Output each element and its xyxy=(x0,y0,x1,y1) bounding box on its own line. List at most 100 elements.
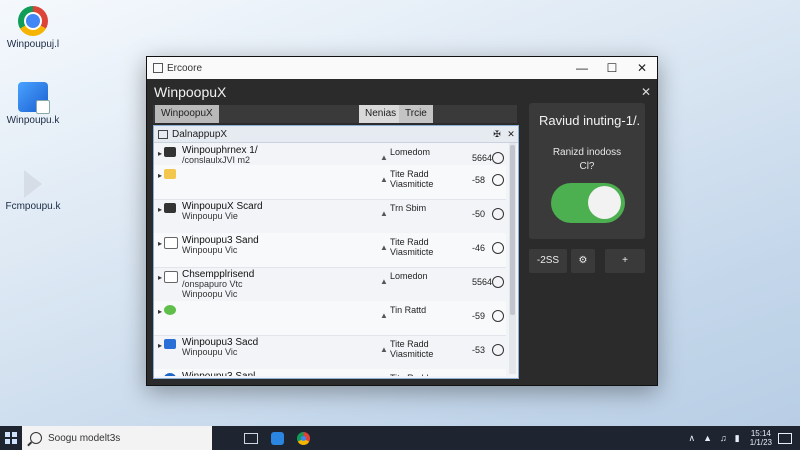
row-bullet: ▸ xyxy=(158,171,163,180)
row-status: Lomedon xyxy=(390,271,428,281)
taskbar-app-3[interactable] xyxy=(290,426,316,450)
taskbar-app-2[interactable] xyxy=(264,426,290,450)
row-status: Tite Radd Viasmiticte xyxy=(390,373,433,376)
settings-subtitle-2: Cl? xyxy=(579,161,595,172)
clock-date: 1/1/23 xyxy=(749,438,772,447)
toggle-switch[interactable] xyxy=(551,183,625,223)
status-icon: ▲ xyxy=(380,345,388,354)
row-value: 5664 xyxy=(472,153,493,163)
table-row[interactable]: ▸ ▲ Tite Radd Viasmiticte -58 xyxy=(154,165,506,200)
value-button[interactable]: -2SS xyxy=(529,249,567,273)
status-icon: ▲ xyxy=(380,153,388,162)
volume-icon[interactable]: ♫ xyxy=(720,433,727,443)
status-icon: ▲ xyxy=(380,209,388,218)
app-header: WinpoopuX ✕ xyxy=(147,79,657,105)
desktop-icon-3[interactable]: Fcmpoupu.k xyxy=(4,168,62,212)
row-status: Trn Sbim xyxy=(390,203,427,213)
edge-icon xyxy=(270,431,284,445)
row-bullet: ▸ xyxy=(158,205,163,214)
taskbar-app-1[interactable] xyxy=(238,426,264,450)
row-status: Tite Radd Viasmiticte xyxy=(390,237,434,257)
clock-time: 15:14 xyxy=(750,429,771,438)
desktop-icon-2[interactable]: Winpoupu.k xyxy=(4,82,62,126)
add-button[interactable]: + xyxy=(605,249,645,273)
status-icon: ▲ xyxy=(380,277,388,286)
pin-icon[interactable]: ✠ xyxy=(490,129,504,140)
table-row[interactable]: ▸Winpoupu3 SanlWinpoupu Vic▲Tite Radd Vi… xyxy=(154,369,506,376)
notification-icon[interactable] xyxy=(778,432,792,444)
row-bullet: ▸ xyxy=(158,273,163,282)
desktop-icon-1[interactable]: Winpoupuj.l xyxy=(4,6,62,50)
system-tray: ∧ ▲ ♫ ▮ 15:14 1/1/23 xyxy=(685,429,800,447)
row-value: -59 xyxy=(472,311,486,321)
table-row[interactable]: ▸ WinpoupuX Scard Winpoupu Vie ▲ Trn Sbim -50 xyxy=(154,199,506,234)
settings-subtitle: Ranizd inodoss xyxy=(552,147,622,158)
row-app-icon xyxy=(164,305,176,315)
tab-nenias[interactable]: Nenias xyxy=(359,105,403,123)
toggle-knob xyxy=(588,186,621,219)
row-subtitle: Winpoupu Vic xyxy=(182,347,238,357)
table-row[interactable]: ▸ Winpoupu3 Sacd Winpoupu Vic ▲ Tite Radd Vi… xyxy=(154,335,506,370)
panel-header: DalnappupX ✠ ✕ xyxy=(154,126,518,143)
row-subtitle: Winpoupu Vic xyxy=(182,245,238,255)
row-app-icon xyxy=(164,373,176,376)
status-icon: ▲ xyxy=(380,311,388,320)
window-title: Ercoore xyxy=(167,62,203,74)
search-text: Soogu modelt3s xyxy=(48,432,121,444)
close-icon[interactable]: ✕ xyxy=(504,129,518,140)
list-panel: DalnappupX ✠ ✕ ▸ Winpouphrnex 1//conslaul… xyxy=(153,125,519,379)
window-icon xyxy=(244,432,258,444)
close-icon[interactable]: ✕ xyxy=(635,85,657,99)
gear-icon[interactable]: ⚙ xyxy=(571,249,595,273)
comment-icon[interactable] xyxy=(492,276,504,288)
comment-icon[interactable] xyxy=(492,174,504,186)
scrollbar[interactable] xyxy=(509,143,516,374)
comment-icon[interactable] xyxy=(492,152,504,164)
scrollbar-thumb[interactable] xyxy=(510,145,515,315)
comment-icon[interactable] xyxy=(492,208,504,220)
tab-trcie[interactable]: Trcie xyxy=(399,105,433,123)
row-app-icon xyxy=(164,203,176,213)
close-button[interactable]: ✕ xyxy=(627,61,657,75)
app-window: Ercoore — ☐ ✕ WinpoopuX ✕ WinpoopuX Neni… xyxy=(146,56,658,386)
row-subtitle: /conslaulxJVI m2 xyxy=(182,155,251,165)
status-icon: ▲ xyxy=(380,175,388,184)
minimize-button[interactable]: — xyxy=(567,61,597,75)
row-bullet: ▸ xyxy=(158,307,163,316)
settings-title: Raviud inuting-1/. xyxy=(539,113,641,128)
row-subtitle: /onspapuro Vtc xyxy=(182,279,243,289)
comment-icon[interactable] xyxy=(492,242,504,254)
row-bullet: ▸ xyxy=(158,375,162,376)
chrome-icon xyxy=(296,431,310,445)
table-row[interactable]: ▸ ▲ Tin Rattd -59 xyxy=(154,301,506,336)
row-bullet: ▸ xyxy=(158,149,163,158)
network-icon[interactable]: ∧ xyxy=(689,433,696,444)
tab-main[interactable]: WinpoopuX xyxy=(155,105,219,123)
row-app-icon xyxy=(164,169,176,179)
panel-icon xyxy=(158,129,168,139)
app-icon xyxy=(153,63,163,73)
chrome-icon xyxy=(18,6,48,36)
search-icon xyxy=(30,432,42,444)
clock[interactable]: 15:14 1/1/23 xyxy=(750,429,772,447)
desktop-icon-label: Winpoupuj.l xyxy=(6,39,60,50)
comment-icon[interactable] xyxy=(492,344,504,356)
maximize-button[interactable]: ☐ xyxy=(597,61,627,75)
taskbar: Soogu modelt3s ∧ ▲ ♫ ▮ 15:14 1/1/23 xyxy=(0,426,800,450)
row-bullet: ▸ xyxy=(158,239,163,248)
table-row[interactable]: ▸ Winpoupu3 Sand Winpoupu Vic ▲ Tite Radd Vi… xyxy=(154,233,506,268)
row-status: Lomedom xyxy=(390,147,431,157)
row-status: Tite Radd Viasmiticte xyxy=(390,169,434,189)
battery-icon[interactable]: ▮ xyxy=(735,433,740,444)
row-app-icon xyxy=(164,339,176,349)
row-value: -46 xyxy=(472,243,486,253)
desktop-icon-label: Winpoupu.k xyxy=(6,115,60,126)
taskbar-search[interactable]: Soogu modelt3s xyxy=(22,426,212,450)
item-list: ▸Winpouphrnex 1//conslaulxJVI m2Minpoupu… xyxy=(154,143,506,376)
status-icon: ▲ xyxy=(380,243,388,252)
window-titlebar[interactable]: Ercoore — ☐ ✕ xyxy=(147,57,657,79)
wifi-icon[interactable]: ▲ xyxy=(703,433,712,443)
comment-icon[interactable] xyxy=(492,310,504,322)
table-row[interactable]: ▸ Chsempplrisend/onspapuro Vtc Winpoopu Vi… xyxy=(154,267,506,302)
start-button[interactable] xyxy=(0,426,22,450)
